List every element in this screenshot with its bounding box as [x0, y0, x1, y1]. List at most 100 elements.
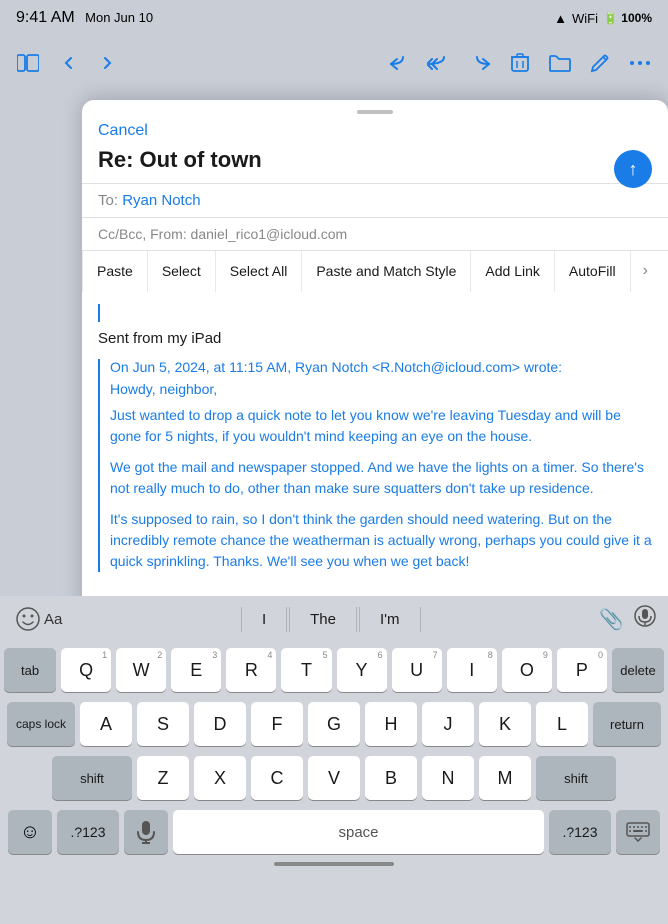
key-q[interactable]: 1 Q	[61, 648, 111, 692]
key-e[interactable]: 3 E	[171, 648, 221, 692]
key-n[interactable]: N	[422, 756, 474, 800]
select-button[interactable]: Select	[148, 250, 216, 292]
keyboard: tab 1 Q 2 W 3 E 4 R 5 T 6 Y 7 U	[0, 642, 668, 924]
key-o[interactable]: 9 O	[502, 648, 552, 692]
select-all-button[interactable]: Select All	[216, 250, 303, 292]
key-d[interactable]: D	[194, 702, 246, 746]
key-u[interactable]: 7 U	[392, 648, 442, 692]
signature-text: Sent from my iPad	[98, 328, 652, 359]
key-y[interactable]: 6 Y	[337, 648, 387, 692]
paste-match-style-button[interactable]: Paste and Match Style	[302, 250, 471, 292]
voice-dictation-icon[interactable]	[634, 605, 656, 633]
to-label: To:	[98, 192, 122, 209]
key-h[interactable]: H	[365, 702, 417, 746]
wifi-icon: ▲	[554, 11, 567, 26]
toolbar-right	[384, 47, 656, 79]
key-v[interactable]: V	[308, 756, 360, 800]
text-cursor	[98, 304, 100, 322]
send-arrow-icon: ↑	[629, 160, 638, 178]
autofill-button[interactable]: AutoFill	[555, 250, 631, 292]
forward-button[interactable]	[464, 47, 496, 79]
predictive-text-bar: Aa I The I'm 📎	[0, 596, 668, 642]
toolbar	[0, 36, 668, 90]
caps-lock-key[interactable]: caps lock	[7, 702, 75, 746]
key-f[interactable]: F	[251, 702, 303, 746]
quoted-greeting: Howdy, neighbor,	[110, 381, 652, 397]
delete-key[interactable]: delete	[612, 648, 664, 692]
prev-message-button[interactable]	[52, 47, 84, 79]
quoted-paragraph-1: Just wanted to drop a quick note to let …	[110, 405, 652, 447]
keyboard-emoji-icon[interactable]	[12, 603, 44, 635]
key-a[interactable]: A	[80, 702, 132, 746]
reply-all-button[interactable]	[424, 47, 456, 79]
quoted-email-header: On Jun 5, 2024, at 11:15 AM, Ryan Notch …	[110, 359, 652, 375]
home-bar	[274, 862, 394, 866]
paste-button[interactable]: Paste	[82, 250, 148, 292]
trash-button[interactable]	[504, 47, 536, 79]
status-time: 9:41 AM Mon Jun 10	[16, 9, 153, 27]
num123-left-key[interactable]: .?123	[57, 810, 119, 854]
key-p[interactable]: 0 P	[557, 648, 607, 692]
key-m[interactable]: M	[479, 756, 531, 800]
emoji-key[interactable]: ☺	[8, 810, 52, 854]
attachment-icon[interactable]: 📎	[599, 607, 624, 632]
keyboard-row-3: shift Z X C V B N M shift	[4, 756, 664, 800]
wifi-bars-icon: WiFi	[572, 11, 598, 26]
tab-key[interactable]: tab	[4, 648, 56, 692]
predictive-right-icons: 📎	[599, 605, 656, 633]
key-z[interactable]: Z	[137, 756, 189, 800]
key-s[interactable]: S	[137, 702, 189, 746]
space-key[interactable]: space	[173, 810, 544, 854]
compose-subject: Re: Out of town	[98, 146, 652, 175]
key-k[interactable]: K	[479, 702, 531, 746]
key-t[interactable]: 5 T	[281, 648, 331, 692]
key-l[interactable]: L	[536, 702, 588, 746]
keyboard-row-2: caps lock A S D F G H J K L return	[4, 702, 664, 746]
microphone-key[interactable]	[124, 810, 168, 854]
key-j[interactable]: J	[422, 702, 474, 746]
key-r[interactable]: 4 R	[226, 648, 276, 692]
modal-drag-handle	[357, 110, 393, 114]
keyboard-row-bottom: ☺ .?123 space .?123	[4, 810, 664, 854]
compose-to-field[interactable]: To: Ryan Notch	[82, 183, 668, 217]
context-chevron-icon[interactable]: ›	[631, 250, 660, 292]
more-button[interactable]	[624, 47, 656, 79]
quoted-paragraph-3: It's supposed to rain, so I don't think …	[110, 509, 652, 572]
send-button[interactable]: ↑	[614, 150, 652, 188]
compose-button[interactable]	[584, 47, 616, 79]
battery-icon: 🔋 100%	[603, 11, 652, 25]
compose-header: Cancel Re: Out of town ↑	[82, 118, 668, 183]
toolbar-left	[12, 47, 124, 79]
folder-button[interactable]	[544, 47, 576, 79]
key-c[interactable]: C	[251, 756, 303, 800]
next-message-button[interactable]	[92, 47, 124, 79]
compose-body[interactable]: Sent from my iPad On Jun 5, 2024, at 11:…	[82, 292, 668, 590]
keyboard-dismiss-key[interactable]	[616, 810, 660, 854]
key-x[interactable]: X	[194, 756, 246, 800]
font-size-label[interactable]: Aa	[44, 611, 62, 628]
to-recipient[interactable]: Ryan Notch	[122, 192, 200, 209]
status-bar: 9:41 AM Mon Jun 10 ▲ WiFi 🔋 100%	[0, 0, 668, 36]
compose-cc-field[interactable]: Cc/Bcc, From: daniel_rico1@icloud.com	[82, 217, 668, 250]
key-b[interactable]: B	[365, 756, 417, 800]
return-key[interactable]: return	[593, 702, 661, 746]
pred-word-3[interactable]: I'm	[359, 607, 421, 632]
quoted-email-block: On Jun 5, 2024, at 11:15 AM, Ryan Notch …	[98, 359, 652, 572]
pred-word-2[interactable]: The	[289, 607, 357, 632]
num123-right-key[interactable]: .?123	[549, 810, 611, 854]
modal-handle	[82, 100, 668, 118]
shift-right-key[interactable]: shift	[536, 756, 616, 800]
shift-left-key[interactable]: shift	[52, 756, 132, 800]
predictive-words: I The I'm	[62, 607, 599, 632]
key-g[interactable]: G	[308, 702, 360, 746]
key-w[interactable]: 2 W	[116, 648, 166, 692]
key-i[interactable]: 8 I	[447, 648, 497, 692]
quoted-paragraph-2: We got the mail and newspaper stopped. A…	[110, 457, 652, 499]
add-link-button[interactable]: Add Link	[471, 250, 554, 292]
reply-button[interactable]	[384, 47, 416, 79]
sidebar-toggle-button[interactable]	[12, 47, 44, 79]
context-toolbar: Paste Select Select All Paste and Match …	[82, 250, 668, 292]
cancel-button[interactable]: Cancel	[98, 122, 148, 140]
pred-word-1[interactable]: I	[241, 607, 287, 632]
keyboard-row-1: tab 1 Q 2 W 3 E 4 R 5 T 6 Y 7 U	[4, 648, 664, 692]
